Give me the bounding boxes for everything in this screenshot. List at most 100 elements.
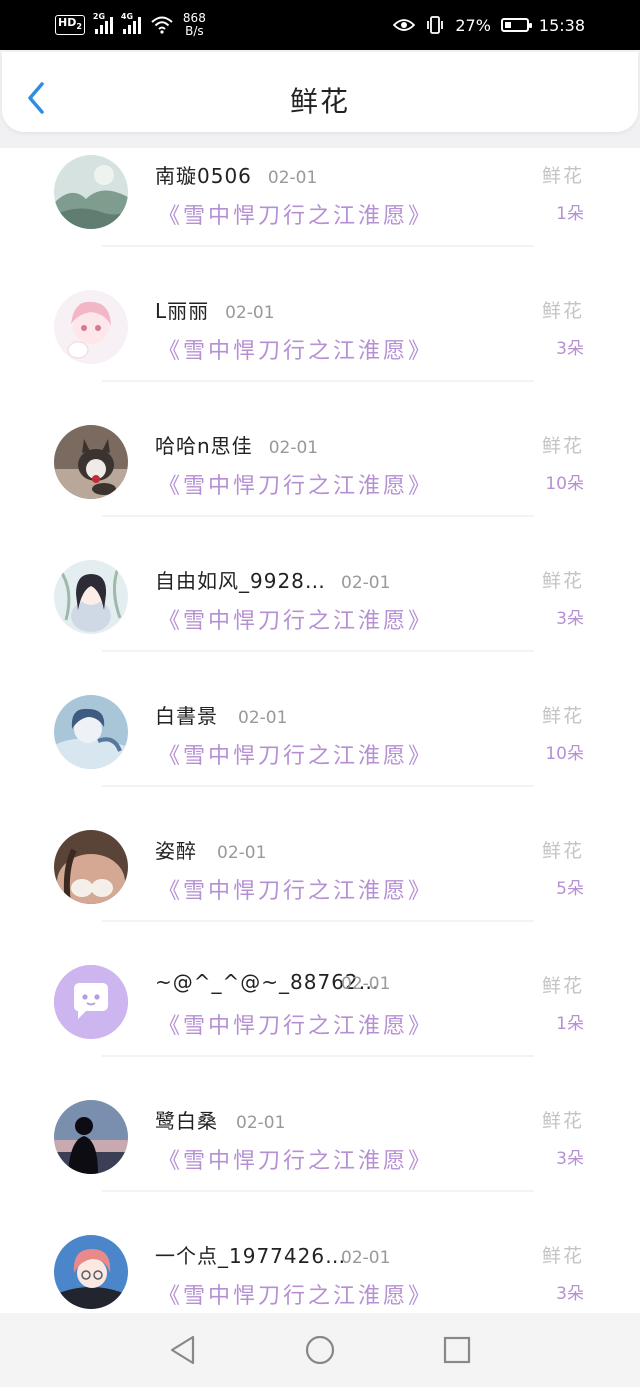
list-item[interactable]: 自由如风_9928… 02-01 《雪中悍刀行之江淮愿》 鲜花 3朵 (0, 553, 640, 688)
gift-count: 10朵 (545, 744, 584, 764)
page-title: 鲜花 (289, 85, 350, 118)
name-line: 鹭白桑 02-01 (155, 1105, 285, 1134)
hd-label: HD (58, 15, 77, 29)
gift-date: 02-01 (341, 974, 391, 994)
hd-sub: 2 (76, 22, 82, 32)
name-line: 白書景 02-01 (155, 700, 287, 729)
book-title[interactable]: 《雪中悍刀行之江淮愿》 (158, 1008, 433, 1040)
gift-count: 10朵 (545, 474, 584, 494)
name-line: 一个点_1977426… 02-01 (155, 1240, 390, 1269)
user-name: 鹭白桑 (155, 1109, 218, 1133)
net2-label: 4G (120, 12, 134, 21)
book-title[interactable]: 《雪中悍刀行之江淮愿》 (158, 1278, 433, 1310)
list-item[interactable]: ~@^_^@~_88762… 02-01 《雪中悍刀行之江淮愿》 鲜花 1朵 (0, 958, 640, 1093)
user-name: 南璇0506 (155, 164, 252, 188)
header-card: 鲜花 (2, 52, 638, 132)
anime-girl-avatar[interactable] (54, 1235, 128, 1309)
divider (102, 785, 534, 787)
gift-count: 1朵 (556, 1014, 584, 1034)
list-item[interactable]: L丽丽 02-01 《雪中悍刀行之江淮愿》 鲜花 3朵 (0, 283, 640, 418)
divider (102, 920, 534, 922)
speed-unit: B/s (185, 24, 204, 38)
hd-voice-icon: HD2 (55, 14, 85, 36)
circle-home-icon (305, 1335, 335, 1365)
name-line: 哈哈n思佳 02-01 (155, 430, 318, 459)
user-name: 姿醉 (155, 839, 197, 863)
name-line: ~@^_^@~_88762… 02-01 (155, 970, 390, 994)
user-name: 白書景 (155, 704, 218, 728)
book-title[interactable]: 《雪中悍刀行之江淮愿》 (158, 1143, 433, 1175)
nav-recents-button[interactable] (431, 1324, 483, 1376)
gift-count: 3朵 (556, 1149, 584, 1169)
default-chat-avatar[interactable] (54, 965, 128, 1039)
book-title[interactable]: 《雪中悍刀行之江淮愿》 (158, 873, 433, 905)
name-line: 南璇0506 02-01 (155, 160, 317, 189)
user-name: L丽丽 (155, 299, 210, 323)
gift-type: 鲜花 (541, 435, 584, 457)
divider (102, 245, 534, 247)
system-nav-bar (0, 1313, 640, 1387)
network-speed: 868 B/s (183, 12, 206, 38)
gift-date: 02-01 (268, 438, 319, 458)
list-item[interactable]: 姿醉 02-01 《雪中悍刀行之江淮愿》 鲜花 5朵 (0, 823, 640, 958)
divider (102, 1190, 534, 1192)
anime-girl-avatar[interactable] (54, 560, 128, 634)
gift-type: 鲜花 (541, 1110, 584, 1132)
book-title[interactable]: 《雪中悍刀行之江淮愿》 (158, 738, 433, 770)
divider (102, 650, 534, 652)
nav-home-button[interactable] (294, 1324, 346, 1376)
gift-date: 02-01 (236, 1113, 286, 1133)
name-line: L丽丽 02-01 (155, 295, 275, 324)
triangle-back-icon (170, 1335, 195, 1365)
photo-avatar[interactable] (54, 830, 128, 904)
list-item[interactable]: 南璇0506 02-01 《雪中悍刀行之江淮愿》 鲜花 1朵 (0, 148, 640, 283)
book-title[interactable]: 《雪中悍刀行之江淮愿》 (158, 333, 433, 365)
silhouette-avatar[interactable] (54, 1100, 128, 1174)
list-item[interactable]: 哈哈n思佳 02-01 《雪中悍刀行之江淮愿》 鲜花 10朵 (0, 418, 640, 553)
book-title[interactable]: 《雪中悍刀行之江淮愿》 (158, 198, 433, 230)
wifi-icon (151, 16, 173, 34)
net1-label: 2G (92, 12, 106, 21)
anime-girl-avatar[interactable] (54, 290, 128, 364)
gift-type: 鲜花 (541, 705, 584, 727)
user-name: 一个点_1977426… (155, 1244, 347, 1268)
book-title[interactable]: 《雪中悍刀行之江淮愿》 (158, 468, 433, 500)
vibrate-icon (427, 16, 444, 34)
gift-count: 5朵 (556, 879, 584, 899)
gift-date: 02-01 (341, 573, 391, 593)
gift-count: 3朵 (556, 1284, 584, 1304)
signal-2g-icon: 2G (93, 12, 113, 34)
gift-count: 3朵 (556, 609, 584, 629)
eye-comfort-icon (393, 19, 416, 31)
user-name: 自由如风_9928… (155, 569, 326, 593)
divider (102, 1055, 534, 1057)
user-name: ~@^_^@~_88762… (155, 970, 380, 994)
gift-type: 鲜花 (541, 840, 584, 862)
list-item[interactable]: 白書景 02-01 《雪中悍刀行之江淮愿》 鲜花 10朵 (0, 688, 640, 823)
gift-type: 鲜花 (541, 1245, 584, 1267)
status-bar: HD2 2G 4G 868 B/s 27% 15:38 (0, 0, 640, 50)
anime-boy-avatar[interactable] (54, 695, 128, 769)
divider (102, 515, 534, 517)
gift-type: 鲜花 (541, 300, 584, 322)
header: 鲜花 (0, 50, 640, 148)
gift-type: 鲜花 (541, 165, 584, 187)
book-title[interactable]: 《雪中悍刀行之江淮愿》 (158, 603, 433, 635)
gift-date: 02-01 (267, 168, 318, 188)
gift-date: 02-01 (217, 843, 267, 863)
gift-type: 鲜花 (541, 975, 584, 997)
user-name: 哈哈n思佳 (155, 434, 253, 458)
battery-icon (500, 18, 532, 32)
clock: 15:38 (538, 15, 585, 35)
square-recents-icon (443, 1336, 471, 1364)
gift-date: 02-01 (238, 708, 288, 728)
battery-percent: 27% (455, 15, 491, 35)
name-line: 自由如风_9928… 02-01 (155, 565, 390, 594)
list-item[interactable]: 鹭白桑 02-01 《雪中悍刀行之江淮愿》 鲜花 3朵 (0, 1093, 640, 1228)
nav-back-button[interactable] (157, 1324, 209, 1376)
gift-count: 3朵 (556, 339, 584, 359)
gift-date: 02-01 (341, 1248, 391, 1268)
name-line: 姿醉 02-01 (155, 835, 266, 864)
landscape-avatar[interactable] (54, 155, 128, 229)
cat-avatar[interactable] (54, 425, 128, 499)
